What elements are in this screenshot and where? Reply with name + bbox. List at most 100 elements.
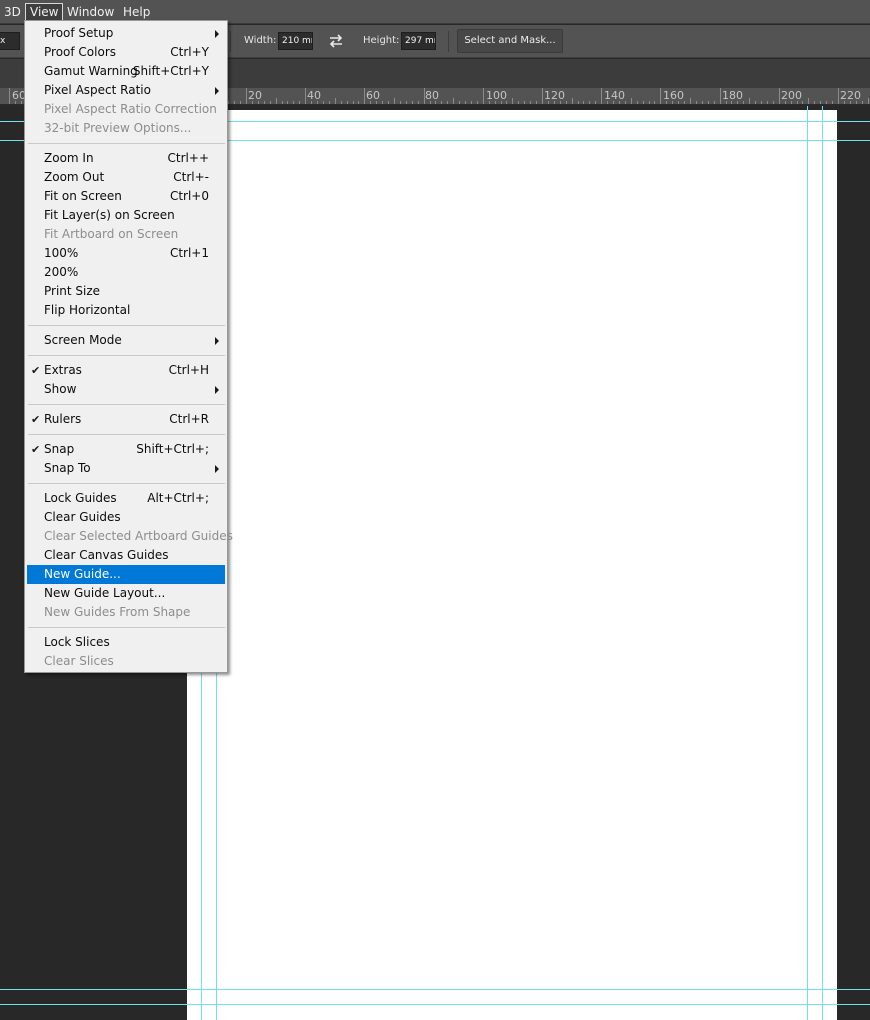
menu-item-label: Gamut Warning	[44, 64, 138, 78]
ruler-minor-tick	[536, 101, 537, 104]
menu-item-label: Fit Layer(s) on Screen	[44, 208, 175, 222]
menu-separator	[28, 483, 225, 484]
submenu-arrow-icon	[215, 30, 219, 38]
menu-item-fit-layer-s-on-screen[interactable]: Fit Layer(s) on Screen	[27, 206, 225, 225]
menu-item-clear-canvas-guides[interactable]: Clear Canvas Guides	[27, 546, 225, 565]
menu-item-extras[interactable]: ✔ Extras Ctrl+H	[27, 361, 225, 380]
ruler-minor-tick	[643, 101, 644, 104]
menu-item-snap[interactable]: ✔ Snap Shift+Ctrl+;	[27, 440, 225, 459]
ruler-label: 60	[366, 89, 380, 102]
menu-item-200[interactable]: 200%	[27, 263, 225, 282]
ruler-label: 80	[425, 89, 439, 102]
submenu-arrow-icon	[215, 465, 219, 473]
ruler-major-tick	[9, 88, 10, 104]
menu-item-fit-artboard-on-screen: Fit Artboard on Screen	[27, 225, 225, 244]
menu-item-pixel-aspect-ratio-correction: Pixel Aspect Ratio Correction	[27, 100, 225, 119]
menu-3d[interactable]: 3D	[0, 3, 25, 21]
menu-separator	[28, 325, 225, 326]
ruler-minor-tick	[743, 101, 744, 104]
ruler-minor-tick	[447, 101, 448, 104]
menu-item-label: 200%	[44, 265, 79, 279]
options-divider	[230, 31, 231, 52]
submenu-arrow-icon	[215, 386, 219, 394]
menu-separator	[28, 404, 225, 405]
guide-vertical[interactable]	[807, 106, 808, 1020]
ruler-minor-tick	[335, 98, 336, 104]
menu-item-proof-setup[interactable]: Proof Setup	[27, 24, 225, 43]
menu-item-new-guide[interactable]: New Guide...	[27, 565, 225, 584]
menu-item-label: Zoom In	[44, 151, 94, 165]
menu-item-rulers[interactable]: ✔ Rulers Ctrl+R	[27, 410, 225, 429]
menu-item-show[interactable]: Show	[27, 380, 225, 399]
ruler-minor-tick	[453, 98, 454, 104]
menu-item-zoom-in[interactable]: Zoom In Ctrl++	[27, 149, 225, 168]
ruler-minor-tick	[767, 101, 768, 104]
menu-item-shortcut: Ctrl+Y	[170, 45, 209, 59]
swap-dimensions-icon[interactable]	[326, 32, 346, 50]
ruler-label: 220	[840, 89, 861, 102]
menu-item-label: New Guide...	[44, 567, 121, 581]
ruler-minor-tick	[802, 101, 803, 104]
ruler-minor-tick	[566, 101, 567, 104]
menu-item-fit-on-screen[interactable]: Fit on Screen Ctrl+0	[27, 187, 225, 206]
ruler-minor-tick	[583, 101, 584, 104]
guide-horizontal[interactable]	[0, 989, 870, 990]
menu-item-label: Pixel Aspect Ratio	[44, 83, 151, 97]
width-input[interactable]: 210 mr	[278, 32, 313, 50]
document-page[interactable]	[187, 110, 837, 1020]
menu-help[interactable]: Help	[119, 3, 154, 21]
ruler-minor-tick	[820, 101, 821, 104]
menu-item-flip-horizontal[interactable]: Flip Horizontal	[27, 301, 225, 320]
ruler-minor-tick	[524, 101, 525, 104]
ruler-minor-tick	[518, 101, 519, 104]
ruler-major-tick	[246, 88, 247, 104]
menu-item-shortcut: Ctrl+-	[173, 170, 209, 184]
menu-item-print-size[interactable]: Print Size	[27, 282, 225, 301]
ruler-label: 140	[604, 89, 625, 102]
menu-item-pixel-aspect-ratio[interactable]: Pixel Aspect Ratio	[27, 81, 225, 100]
menu-item-zoom-out[interactable]: Zoom Out Ctrl+-	[27, 168, 225, 187]
ruler-minor-tick	[755, 101, 756, 104]
ruler-minor-tick	[808, 98, 809, 104]
guide-vertical[interactable]	[822, 106, 823, 1020]
guide-horizontal[interactable]	[0, 1004, 870, 1005]
ruler-minor-tick	[832, 101, 833, 104]
ruler-major-tick	[660, 88, 661, 104]
ruler-minor-tick	[240, 101, 241, 104]
menu-item-gamut-warning[interactable]: Gamut Warning Shift+Ctrl+Y	[27, 62, 225, 81]
ruler-minor-tick	[773, 101, 774, 104]
menu-view[interactable]: View	[25, 3, 64, 21]
menu-item-new-guide-layout[interactable]: New Guide Layout...	[27, 584, 225, 603]
menu-item-label: Proof Setup	[44, 26, 114, 40]
menu-item-lock-slices[interactable]: Lock Slices	[27, 633, 225, 652]
style-dropdown[interactable]: x	[0, 32, 20, 50]
ruler-minor-tick	[696, 101, 697, 104]
menu-item-label: Zoom Out	[44, 170, 105, 184]
menu-item-100[interactable]: 100% Ctrl+1	[27, 244, 225, 263]
menu-separator	[28, 627, 225, 628]
ruler-major-tick	[483, 88, 484, 104]
menu-item-shortcut: Ctrl+0	[169, 189, 209, 203]
menu-window[interactable]: Window	[63, 3, 118, 21]
ruler-minor-tick	[459, 101, 460, 104]
ruler-major-tick	[720, 88, 721, 104]
ruler-minor-tick	[347, 101, 348, 104]
height-input[interactable]: 297 mr	[401, 32, 436, 50]
ruler-minor-tick	[412, 101, 413, 104]
ruler-minor-tick	[530, 101, 531, 104]
select-and-mask-button[interactable]: Select and Mask...	[457, 29, 563, 53]
menu-item-label: Fit on Screen	[44, 189, 122, 203]
menu-item-lock-guides[interactable]: Lock Guides Alt+Ctrl+;	[27, 489, 225, 508]
menu-item-snap-to[interactable]: Snap To	[27, 459, 225, 478]
menu-item-label: Flip Horizontal	[44, 303, 131, 317]
ruler-minor-tick	[625, 101, 626, 104]
menu-item-clear-selected-artboard-guides: Clear Selected Artboard Guides	[27, 527, 233, 546]
ruler-minor-tick	[512, 98, 513, 104]
menu-item-proof-colors[interactable]: Proof Colors Ctrl+Y	[27, 43, 225, 62]
ruler-minor-tick	[477, 101, 478, 104]
ruler-major-tick	[364, 88, 365, 104]
menu-separator	[28, 434, 225, 435]
menu-item-screen-mode[interactable]: Screen Mode	[27, 331, 225, 350]
width-label: Width:	[244, 35, 277, 46]
menu-item-clear-guides[interactable]: Clear Guides	[27, 508, 225, 527]
